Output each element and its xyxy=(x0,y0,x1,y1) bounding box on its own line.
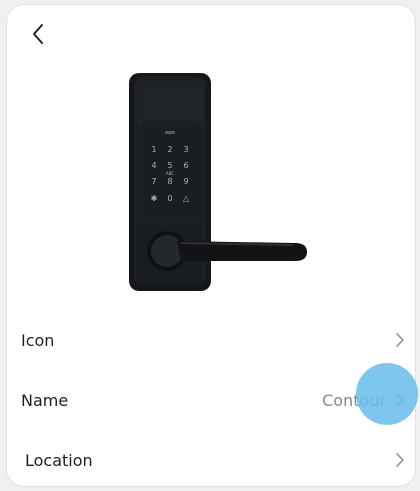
row-icon[interactable]: Icon xyxy=(7,310,415,370)
key-3: 3 xyxy=(183,145,188,154)
key-bell: △ xyxy=(183,194,190,203)
smart-lock-image: 1 2 3 4 5 6 ABC 7 8 9 ✱ 0 △ xyxy=(129,73,307,291)
key-0: 0 xyxy=(167,194,172,203)
chevron-right-icon xyxy=(394,452,406,468)
row-icon-label: Icon xyxy=(21,330,55,350)
touch-indicator xyxy=(356,363,418,425)
key-1: 1 xyxy=(151,145,156,154)
row-name[interactable]: Name Contour xyxy=(7,370,415,430)
key-abc-label: ABC xyxy=(166,171,174,176)
row-name-label: Name xyxy=(21,390,69,410)
key-5: 5 xyxy=(167,161,172,170)
row-location-label: Location xyxy=(25,450,93,470)
settings-list: Icon Name Contour Location xyxy=(7,310,415,486)
key-7: 7 xyxy=(151,177,156,186)
key-star: ✱ xyxy=(151,194,158,203)
key-2: 2 xyxy=(167,145,172,154)
chevron-right-icon xyxy=(394,332,406,348)
device-settings-card: 1 2 3 4 5 6 ABC 7 8 9 ✱ 0 △ Icon Name Co… xyxy=(6,4,416,487)
row-location[interactable]: Location xyxy=(7,430,415,486)
chevron-left-icon xyxy=(33,24,43,44)
key-4: 4 xyxy=(151,161,156,170)
back-button[interactable] xyxy=(23,19,53,49)
key-9: 9 xyxy=(183,177,188,186)
key-8: 8 xyxy=(167,177,172,186)
key-6: 6 xyxy=(183,161,188,170)
